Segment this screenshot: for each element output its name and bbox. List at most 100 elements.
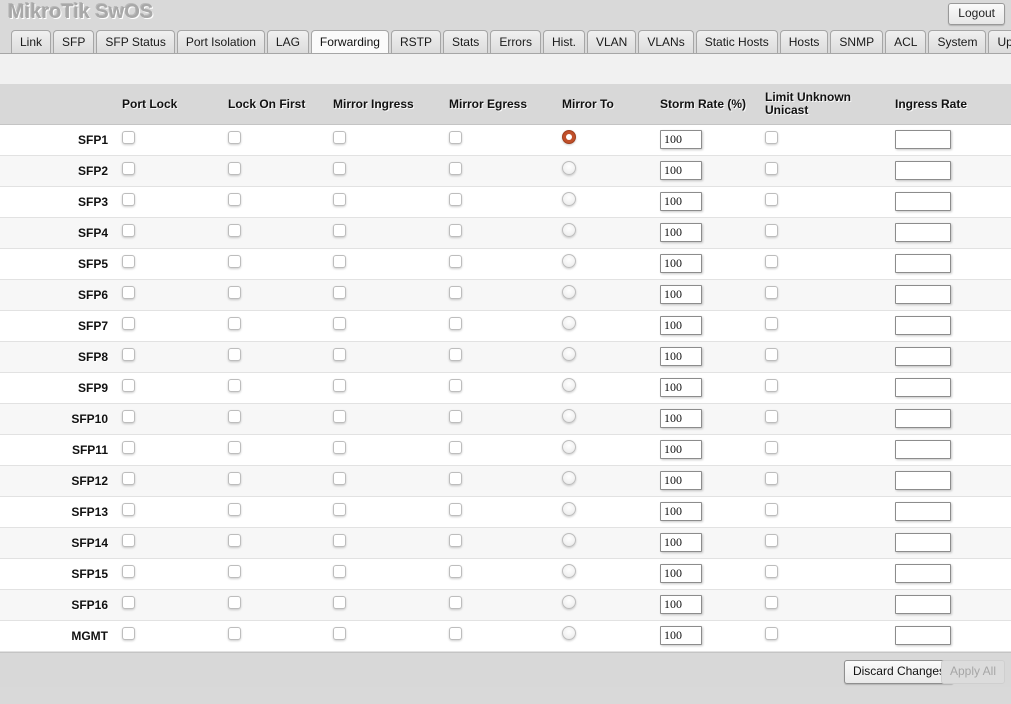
port-lock-checkbox[interactable]	[122, 316, 135, 330]
limit-unknown-unicast-checkbox[interactable]	[765, 285, 778, 299]
port-lock-checkbox[interactable]	[122, 285, 135, 299]
limit-unknown-unicast-checkbox[interactable]	[765, 595, 778, 609]
tab-acl[interactable]: ACL	[885, 30, 927, 53]
logout-button[interactable]: Logout	[948, 3, 1005, 25]
storm-rate-input[interactable]	[660, 192, 702, 211]
mirror-to-radio[interactable]	[562, 595, 576, 609]
mirror-egress-checkbox[interactable]	[449, 440, 462, 454]
port-lock-checkbox[interactable]	[122, 192, 135, 206]
mirror-ingress-checkbox[interactable]	[333, 223, 346, 237]
lock-on-first-checkbox[interactable]	[228, 161, 241, 175]
ingress-rate-input[interactable]	[895, 192, 951, 211]
ingress-rate-input[interactable]	[895, 285, 951, 304]
mirror-to-radio[interactable]	[562, 626, 576, 640]
storm-rate-input[interactable]	[660, 502, 702, 521]
mirror-ingress-checkbox[interactable]	[333, 502, 346, 516]
ingress-rate-input[interactable]	[895, 471, 951, 490]
lock-on-first-checkbox[interactable]	[228, 564, 241, 578]
mirror-egress-checkbox[interactable]	[449, 285, 462, 299]
lock-on-first-checkbox[interactable]	[228, 626, 241, 640]
lock-on-first-checkbox[interactable]	[228, 285, 241, 299]
ingress-rate-input[interactable]	[895, 440, 951, 459]
mirror-to-radio[interactable]	[562, 285, 576, 299]
limit-unknown-unicast-checkbox[interactable]	[765, 161, 778, 175]
tab-link[interactable]: Link	[11, 30, 52, 53]
ingress-rate-input[interactable]	[895, 595, 951, 614]
storm-rate-input[interactable]	[660, 533, 702, 552]
storm-rate-input[interactable]	[660, 316, 702, 335]
ingress-rate-input[interactable]	[895, 316, 951, 335]
port-lock-checkbox[interactable]	[122, 409, 135, 423]
mirror-ingress-checkbox[interactable]	[333, 626, 346, 640]
limit-unknown-unicast-checkbox[interactable]	[765, 440, 778, 454]
storm-rate-input[interactable]	[660, 595, 702, 614]
mirror-egress-checkbox[interactable]	[449, 409, 462, 423]
limit-unknown-unicast-checkbox[interactable]	[765, 254, 778, 268]
mirror-to-radio[interactable]	[562, 378, 576, 392]
limit-unknown-unicast-checkbox[interactable]	[765, 192, 778, 206]
storm-rate-input[interactable]	[660, 285, 702, 304]
mirror-ingress-checkbox[interactable]	[333, 285, 346, 299]
mirror-to-radio[interactable]	[562, 347, 576, 361]
limit-unknown-unicast-checkbox[interactable]	[765, 533, 778, 547]
storm-rate-input[interactable]	[660, 161, 702, 180]
mirror-to-radio[interactable]	[562, 316, 576, 330]
mirror-egress-checkbox[interactable]	[449, 626, 462, 640]
mirror-to-radio[interactable]	[562, 130, 576, 144]
ingress-rate-input[interactable]	[895, 161, 951, 180]
mirror-egress-checkbox[interactable]	[449, 502, 462, 516]
mirror-to-radio[interactable]	[562, 502, 576, 516]
mirror-egress-checkbox[interactable]	[449, 595, 462, 609]
lock-on-first-checkbox[interactable]	[228, 533, 241, 547]
storm-rate-input[interactable]	[660, 254, 702, 273]
port-lock-checkbox[interactable]	[122, 626, 135, 640]
tab-sfp-status[interactable]: SFP Status	[96, 30, 175, 53]
lock-on-first-checkbox[interactable]	[228, 440, 241, 454]
mirror-egress-checkbox[interactable]	[449, 316, 462, 330]
mirror-to-radio[interactable]	[562, 254, 576, 268]
limit-unknown-unicast-checkbox[interactable]	[765, 564, 778, 578]
port-lock-checkbox[interactable]	[122, 223, 135, 237]
mirror-ingress-checkbox[interactable]	[333, 595, 346, 609]
limit-unknown-unicast-checkbox[interactable]	[765, 378, 778, 392]
lock-on-first-checkbox[interactable]	[228, 378, 241, 392]
mirror-to-radio[interactable]	[562, 471, 576, 485]
port-lock-checkbox[interactable]	[122, 595, 135, 609]
lock-on-first-checkbox[interactable]	[228, 130, 241, 144]
ingress-rate-input[interactable]	[895, 409, 951, 428]
storm-rate-input[interactable]	[660, 564, 702, 583]
port-lock-checkbox[interactable]	[122, 471, 135, 485]
port-lock-checkbox[interactable]	[122, 564, 135, 578]
port-lock-checkbox[interactable]	[122, 502, 135, 516]
mirror-ingress-checkbox[interactable]	[333, 316, 346, 330]
storm-rate-input[interactable]	[660, 440, 702, 459]
tab-sfp[interactable]: SFP	[53, 30, 95, 53]
mirror-ingress-checkbox[interactable]	[333, 254, 346, 268]
mirror-egress-checkbox[interactable]	[449, 254, 462, 268]
tab-lag[interactable]: LAG	[266, 30, 309, 53]
lock-on-first-checkbox[interactable]	[228, 409, 241, 423]
mirror-ingress-checkbox[interactable]	[333, 161, 346, 175]
port-lock-checkbox[interactable]	[122, 254, 135, 268]
limit-unknown-unicast-checkbox[interactable]	[765, 223, 778, 237]
mirror-ingress-checkbox[interactable]	[333, 409, 346, 423]
tab-hist[interactable]: Hist.	[542, 30, 585, 53]
lock-on-first-checkbox[interactable]	[228, 347, 241, 361]
mirror-to-radio[interactable]	[562, 409, 576, 423]
mirror-egress-checkbox[interactable]	[449, 564, 462, 578]
lock-on-first-checkbox[interactable]	[228, 223, 241, 237]
tab-hosts[interactable]: Hosts	[779, 30, 829, 53]
storm-rate-input[interactable]	[660, 409, 702, 428]
mirror-egress-checkbox[interactable]	[449, 471, 462, 485]
mirror-ingress-checkbox[interactable]	[333, 130, 346, 144]
tab-vlan[interactable]: VLAN	[586, 30, 637, 53]
tab-vlans[interactable]: VLANs	[638, 30, 694, 53]
port-lock-checkbox[interactable]	[122, 378, 135, 392]
ingress-rate-input[interactable]	[895, 223, 951, 242]
port-lock-checkbox[interactable]	[122, 130, 135, 144]
mirror-ingress-checkbox[interactable]	[333, 192, 346, 206]
mirror-egress-checkbox[interactable]	[449, 533, 462, 547]
lock-on-first-checkbox[interactable]	[228, 595, 241, 609]
limit-unknown-unicast-checkbox[interactable]	[765, 409, 778, 423]
port-lock-checkbox[interactable]	[122, 347, 135, 361]
